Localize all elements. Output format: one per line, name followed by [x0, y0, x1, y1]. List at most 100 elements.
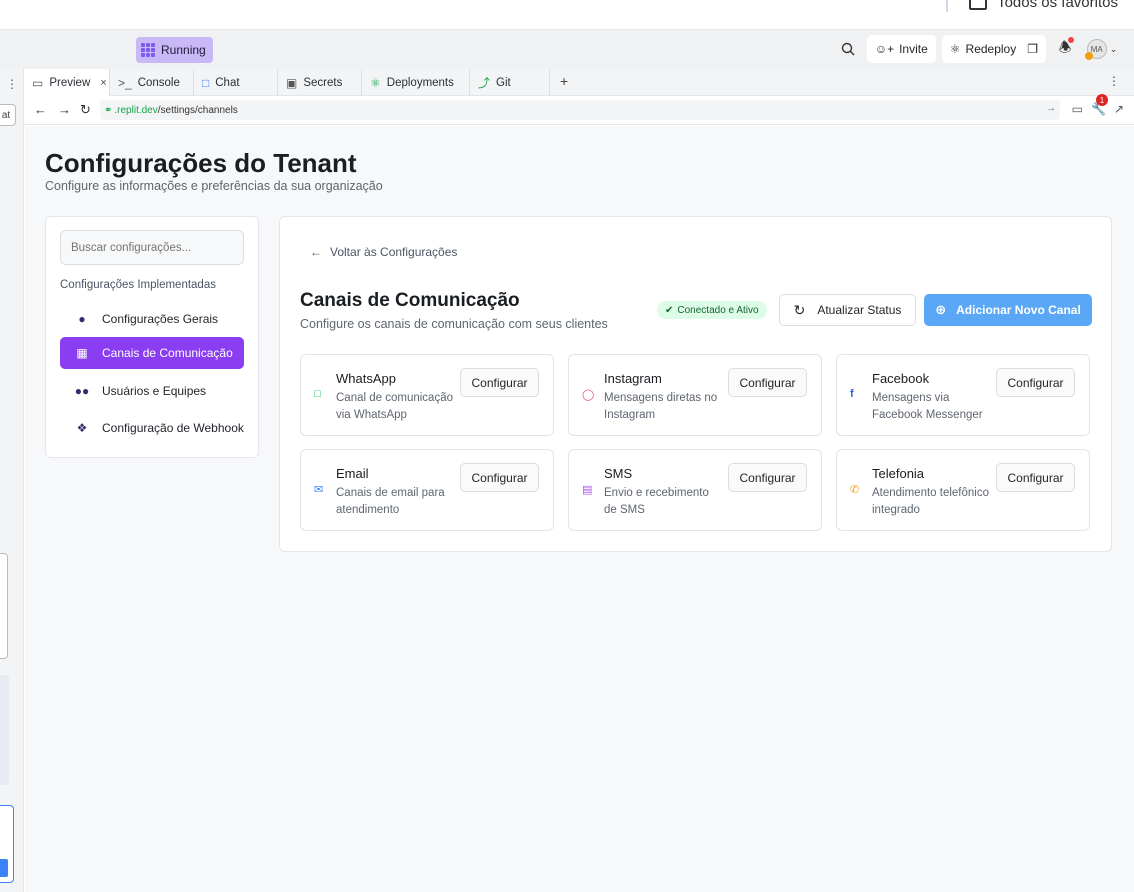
- top-actions: ☺+ Invite ⚛ Redeploy ❐ 🕭 MA ⌄: [835, 35, 1120, 63]
- redeploy-button[interactable]: ⚛ Redeploy ❐: [941, 35, 1046, 63]
- channel-name: WhatsApp: [336, 371, 396, 386]
- deploy-icon: ⚛: [370, 75, 381, 90]
- channel-card-whatsapp: □ WhatsApp Canal de comunicação via What…: [300, 354, 554, 436]
- deploy-icon: ⚛: [949, 42, 961, 56]
- page-title: Configurações do Tenant: [45, 148, 357, 178]
- configure-button[interactable]: Configurar: [728, 368, 807, 397]
- panel-subtitle: Configure os canais de comunicação com s…: [300, 317, 608, 331]
- channel-desc: Atendimento telefônico integrado: [872, 487, 989, 516]
- git-icon: ⤴: [478, 76, 491, 90]
- invite-label: Invite: [899, 42, 928, 56]
- back-to-settings-link[interactable]: ← Voltar às Configurações: [310, 245, 457, 259]
- add-channel-button[interactable]: ⊕ Adicionar Novo Canal: [924, 294, 1092, 326]
- channel-desc: Canais de email para atendimento: [336, 487, 445, 516]
- sidebar-item-users[interactable]: ●● Usuários e Equipes: [60, 375, 244, 407]
- tab-label: Chat: [215, 76, 240, 89]
- more-icon[interactable]: ⋮: [6, 77, 18, 91]
- mail-icon: ✉: [314, 484, 324, 496]
- channel-card-telefonia: ✆ Telefonia Atendimento telefônico integ…: [836, 449, 1090, 531]
- refresh-status-button[interactable]: ↻ Atualizar Status: [779, 294, 916, 326]
- sidebar-heading: Configurações Implementadas: [60, 279, 216, 291]
- tab-label: Console: [137, 76, 180, 89]
- external-link-icon[interactable]: ↗: [1114, 102, 1124, 116]
- add-user-icon: ☺+: [874, 42, 895, 56]
- sliver-chip[interactable]: at: [0, 104, 16, 126]
- tab-console[interactable]: >_ Console: [110, 69, 194, 96]
- tab-git[interactable]: ⤴ Git: [470, 69, 550, 96]
- configure-button[interactable]: Configurar: [460, 368, 539, 397]
- tab-secrets[interactable]: ▣ Secrets: [278, 69, 362, 96]
- settings-search-input[interactable]: [60, 230, 244, 265]
- devtools-badge: 1: [1095, 94, 1108, 106]
- left-pane-edge: ⋮ at: [0, 69, 24, 892]
- favorites-separator: [946, 0, 948, 12]
- reload-icon[interactable]: ↻: [80, 102, 91, 118]
- sidebar-item-webhook[interactable]: ❖ Configuração de Webhook: [60, 412, 244, 444]
- more-icon[interactable]: ⋮: [1108, 74, 1120, 88]
- sliver-panel-2: [0, 675, 9, 785]
- tab-preview[interactable]: ▭ Preview ×: [24, 69, 110, 96]
- workspace-tabs: ▭ Preview × >_ Console □ Chat ▣ Secrets …: [24, 69, 1134, 96]
- devtools-icon[interactable]: 🔧 1: [1091, 94, 1108, 116]
- configure-button[interactable]: Configurar: [460, 463, 539, 492]
- channel-desc: Envio e recebimento de SMS: [604, 487, 709, 516]
- copy-icon: ❐: [1027, 42, 1038, 56]
- all-favorites-button[interactable]: Todos os favoritos: [969, 0, 1118, 11]
- message-icon: □: [314, 388, 321, 400]
- back-arrow-icon[interactable]: ←: [34, 102, 47, 117]
- configure-button[interactable]: Configurar: [996, 463, 1075, 492]
- sliver-panel: [0, 553, 8, 659]
- url-host: .replit.dev: [114, 104, 158, 116]
- plus-circle-icon: ⊕: [935, 302, 947, 317]
- sidebar-item-label: Configurações Gerais: [102, 312, 219, 326]
- channel-desc: Mensagens diretas no Instagram: [604, 392, 718, 421]
- settings-sidebar: Configurações Implementadas ● Configuraç…: [45, 216, 259, 458]
- instagram-icon: ◯: [582, 389, 595, 401]
- tab-deployments[interactable]: ⚛ Deployments: [362, 69, 470, 96]
- channel-name: Facebook: [872, 371, 930, 386]
- chat-icon: □: [202, 75, 210, 90]
- preview-address-bar: ← → ↻ ⚭ .replit.dev /settings/channels →…: [24, 94, 1134, 125]
- tab-label: Deployments: [386, 76, 454, 89]
- configure-button[interactable]: Configurar: [728, 463, 807, 492]
- redeploy-label: Redeploy: [965, 42, 1017, 56]
- status-badge: ✔ Conectado e Ativo: [657, 301, 767, 319]
- devices-icon[interactable]: ▭: [1072, 102, 1083, 116]
- tab-label: Git: [496, 76, 511, 89]
- app-content: Configurações do Tenant Configure as inf…: [25, 126, 1134, 892]
- url-input[interactable]: ⚭ .replit.dev /settings/channels →: [100, 100, 1060, 120]
- facebook-icon: f: [850, 388, 854, 400]
- search-icon[interactable]: [835, 35, 861, 63]
- sidebar-item-general[interactable]: ● Configurações Gerais: [60, 303, 244, 335]
- check-circle-icon: ✔: [665, 304, 674, 316]
- phone-icon: ✆: [850, 484, 860, 496]
- avatar: MA: [1084, 39, 1107, 60]
- arrow-left-icon: ←: [310, 245, 322, 259]
- channels-panel: ← Voltar às Configurações Canais de Comu…: [279, 216, 1112, 552]
- sidebar-item-label: Configuração de Webhook: [102, 421, 244, 435]
- tab-chat[interactable]: □ Chat: [194, 69, 278, 96]
- building-icon: ▦: [76, 346, 88, 360]
- running-status-button[interactable]: Running: [136, 37, 213, 63]
- refresh-icon: ↻: [793, 301, 806, 318]
- add-tab-button[interactable]: +: [560, 73, 568, 89]
- channel-name: Email: [336, 466, 369, 481]
- account-menu[interactable]: MA ⌄: [1084, 35, 1120, 63]
- url-path: /settings/channels: [157, 104, 238, 116]
- go-arrow-icon[interactable]: →: [1046, 103, 1056, 114]
- panel-title: Canais de Comunicação: [300, 290, 520, 311]
- notifications-button[interactable]: 🕭: [1052, 35, 1078, 63]
- invite-button[interactable]: ☺+ Invite: [866, 35, 936, 63]
- replit-top-bar: Running ☺+ Invite ⚛ Redeploy ❐ 🕭 MA ⌄: [0, 30, 1134, 69]
- sidebar-item-channels[interactable]: ▦ Canais de Comunicação: [60, 337, 244, 369]
- page-subtitle: Configure as informações e preferências …: [45, 179, 383, 193]
- configure-button[interactable]: Configurar: [996, 368, 1075, 397]
- channel-card-instagram: ◯ Instagram Mensagens diretas no Instagr…: [568, 354, 822, 436]
- send-button[interactable]: [0, 859, 8, 877]
- channel-name: Instagram: [604, 371, 662, 386]
- forward-arrow-icon[interactable]: →: [58, 102, 71, 117]
- close-icon[interactable]: ×: [100, 77, 106, 89]
- status-badge-label: Conectado e Ativo: [677, 304, 759, 316]
- monitor-icon: ▭: [32, 75, 44, 90]
- running-icon: [141, 43, 155, 57]
